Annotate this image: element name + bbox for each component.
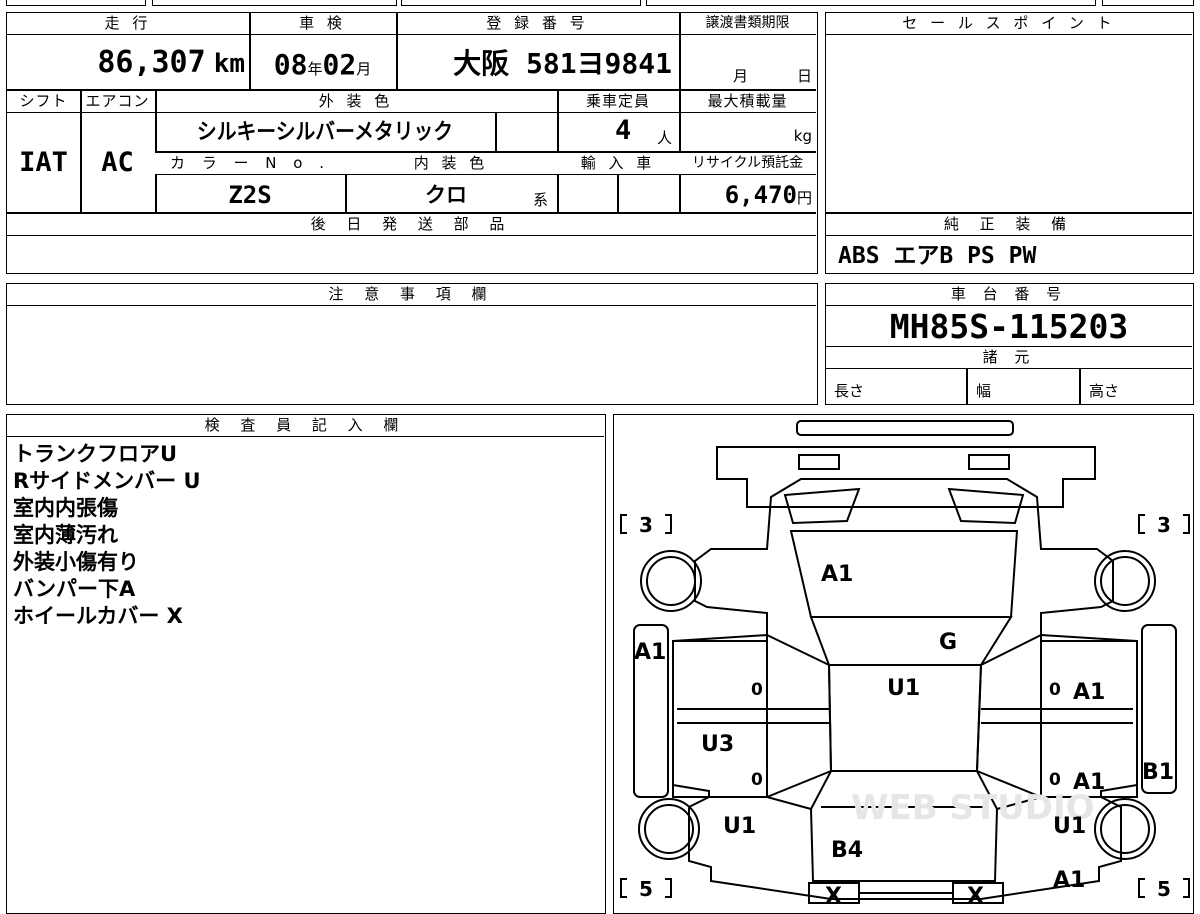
shift-value: IAT [19,147,68,178]
specs-header: 諸 元 [826,347,1192,369]
damage-label-left-rear-door: U3 [701,732,734,757]
max-load-header: 最大積載量 [679,91,816,113]
later-parts-header: 後 日 発 送 部 品 [7,214,816,236]
chassis-no-header: 車 台 番 号 [826,284,1192,306]
caution-header: 注 意 事 項 欄 [7,284,816,306]
mileage-header: 走 行 [7,13,249,35]
damage-label-roof: U1 [887,676,920,701]
sales-point-header: セ ー ル ス ポ イ ン ト [826,13,1192,35]
inspector-header: 検 査 員 記 入 欄 [7,415,604,437]
inspector-notes-list: トランクフロアU Rサイドメンバー U 室内内張傷 室内薄汚れ 外装小傷有り バ… [13,441,201,630]
exterior-color-value: シルキーシルバーメタリック [196,120,454,145]
height-label: 高さ [1089,382,1120,400]
exterior-color-header: 外 装 色 [155,91,557,113]
tire-label-front-right: 3 [1157,513,1171,537]
sales-point-panel: セ ー ル ス ポ イ ン ト 純 正 装 備 ABS エアB PS PW [825,12,1194,274]
inspector-note: トランクフロアU [13,442,178,466]
tire-label-rear-right: 5 [1157,877,1171,901]
caution-box: 注 意 事 項 欄 [6,283,818,405]
inspector-note: ホイールカバー X [13,604,183,628]
tire-label-front-left: 3 [639,513,653,537]
deadline-value: 月 日 [733,67,813,85]
chassis-panel: 車 台 番 号 MH85S-115203 諸 元 長さ 幅 高さ [825,283,1194,405]
vehicle-info-table: 走 行 車 検 登 録 番 号 譲渡書類期限 86,307 km 08年02月 大… [6,12,818,274]
registration-header: 登 録 番 号 [396,13,679,35]
damage-label-windshield: G [939,630,957,655]
zero-mark: 0 [751,770,763,790]
import-header: 輸 入 車 [557,153,679,175]
car-diagram: WEB STUDIO 3 3 5 5 A1 G U1 A1 A1 A1 U3 B… [620,420,1190,905]
inspector-note: バンパー下A [13,577,136,601]
interior-color-value: クロ 系 [425,183,549,209]
car-diagram-box: WEB STUDIO 3 3 5 5 A1 G U1 A1 A1 A1 U3 B… [613,414,1194,914]
max-load-value: kg [793,127,812,145]
transfer-deadline-header: 譲渡書類期限 [679,13,816,35]
mileage-value: 86,307 km [97,45,245,80]
width-label: 幅 [976,382,992,400]
damage-label-right-rear-panel: B1 [1142,760,1174,785]
inspection-header: 車 検 [249,13,396,35]
interior-color-header: 内 装 色 [345,153,557,175]
recycle-value: 6,470円 [724,181,812,209]
damage-label-left-fender: A1 [634,640,666,665]
inspector-note: 室内内張傷 [13,496,118,520]
zero-mark: 0 [1049,770,1061,790]
inspector-note: 室内薄汚れ [13,523,118,547]
recycle-header: リサイクル預託金 [679,153,816,175]
top-cropped-strip [6,0,1194,6]
inspector-note: Rサイドメンバー U [13,469,201,493]
damage-label-right-rear-quarter: U1 [1053,814,1086,839]
inspector-notes-box: 検 査 員 記 入 欄 トランクフロアU Rサイドメンバー U 室内内張傷 室内… [6,414,606,914]
shift-header: シフト [7,91,80,113]
capacity-value: 4 人 [615,115,673,147]
inspection-value: 08年02月 [273,48,372,81]
genuine-equipment-header: 純 正 装 備 [826,214,1192,236]
zero-mark: 0 [1049,680,1061,700]
color-no-header: カ ラ ー N o . [155,153,345,175]
damage-label-hood: A1 [821,562,853,587]
aircon-header: エアコン [80,91,155,113]
damage-label-right-rear-bumper: X [967,884,984,905]
damage-label-rear-gate: B4 [831,838,863,863]
damage-label-right-rear-corner: A1 [1053,868,1085,893]
genuine-equipment-value: ABS エアB PS PW [838,243,1037,269]
color-no-value: Z2S [228,181,272,209]
damage-label-right-rear-door: A1 [1073,770,1105,795]
zero-mark: 0 [751,680,763,700]
damage-label-left-rear-bumper: X [825,884,842,905]
capacity-header: 乗車定員 [557,91,679,113]
chassis-no-value: MH85S-115203 [889,307,1129,346]
registration-number: 大阪 581ヨ9841 [453,47,672,80]
inspector-note: 外装小傷有り [13,550,139,574]
damage-label-left-rear-quarter: U1 [723,814,756,839]
aircon-value: AC [101,147,134,178]
tire-label-rear-left: 5 [639,877,653,901]
length-label: 長さ [834,382,865,400]
damage-label-right-front-door: A1 [1073,680,1105,705]
